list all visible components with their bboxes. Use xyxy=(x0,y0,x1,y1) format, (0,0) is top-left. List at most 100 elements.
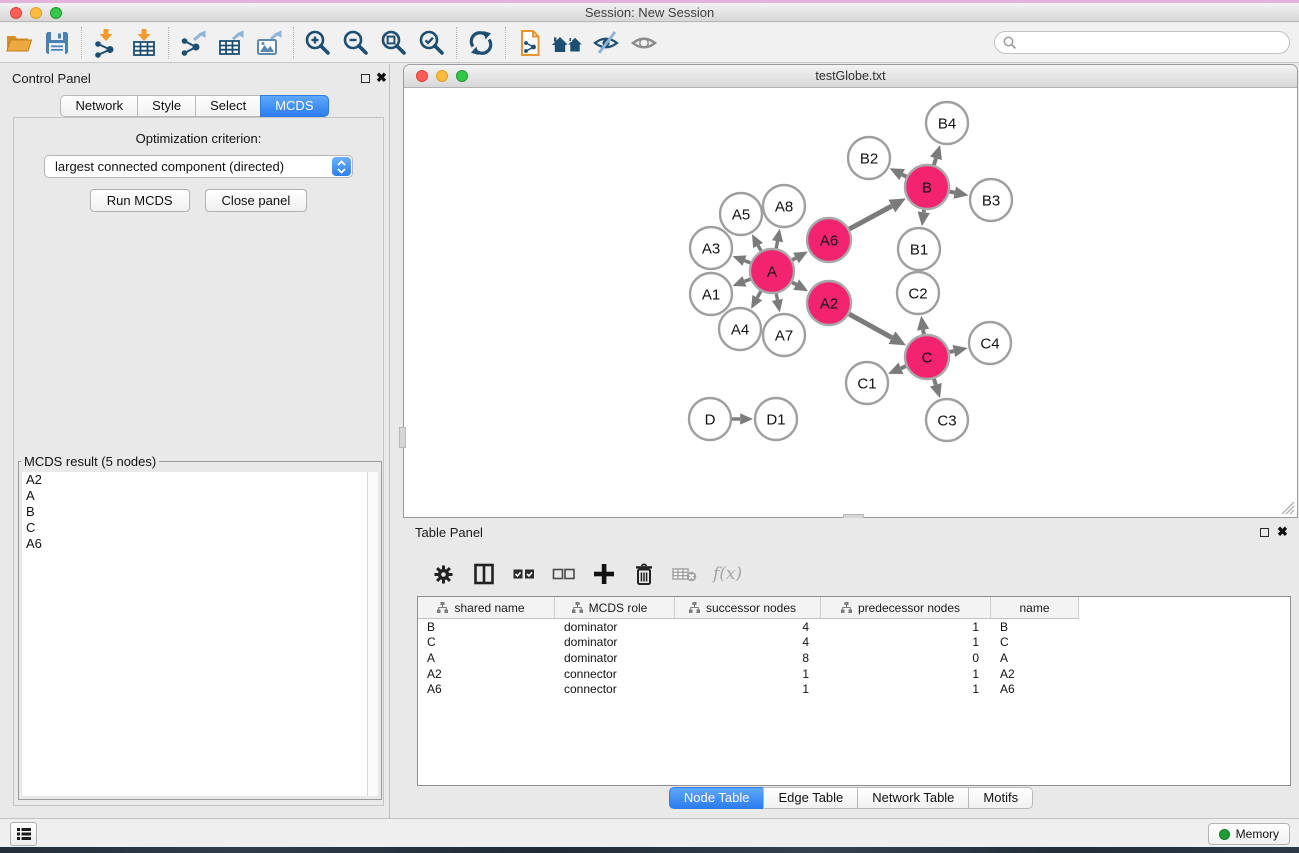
table-cell[interactable]: A2 xyxy=(991,667,1079,681)
mcds-result-list[interactable]: A2ABCA6 xyxy=(22,472,367,796)
graph-edge-A6-B[interactable] xyxy=(849,206,892,229)
close-panel-button[interactable]: Close panel xyxy=(205,189,308,212)
table-cell[interactable]: 8 xyxy=(675,651,821,665)
zoom-fit-button[interactable] xyxy=(375,25,413,61)
graph-edge-C-C2[interactable] xyxy=(923,330,924,335)
table-cell[interactable]: 1 xyxy=(821,620,991,634)
new-network-from-selection-button[interactable] xyxy=(511,25,549,61)
resize-grip[interactable] xyxy=(1281,501,1295,515)
zoom-selected-button[interactable] xyxy=(413,25,451,61)
graph-edge-A-A4[interactable] xyxy=(757,291,761,298)
tab-style[interactable]: Style xyxy=(137,95,196,117)
graph-edge-A-A6[interactable] xyxy=(792,258,796,260)
show-columns-button[interactable] xyxy=(471,561,497,587)
close-table-panel-icon[interactable]: ✖ xyxy=(1277,524,1288,540)
graph-edge-B-B3[interactable] xyxy=(950,192,955,193)
table-cell[interactable]: A2 xyxy=(418,667,555,681)
float-panel-icon[interactable] xyxy=(361,74,370,83)
column-header-successor-nodes[interactable]: successor nodes xyxy=(675,597,821,619)
graph-edge-B-B2[interactable] xyxy=(902,175,906,177)
table-cell[interactable]: B xyxy=(991,620,1079,634)
zoom-in-button[interactable] xyxy=(299,25,337,61)
mcds-result-item[interactable]: B xyxy=(22,504,367,520)
open-session-button[interactable] xyxy=(0,25,38,61)
delete-row-button[interactable] xyxy=(631,561,657,587)
table-cell[interactable]: connector xyxy=(555,682,675,696)
tab-motifs[interactable]: Motifs xyxy=(968,787,1033,809)
table-cell[interactable]: B xyxy=(418,620,555,634)
graph-edge-A-A7[interactable] xyxy=(776,294,777,300)
table-cell[interactable]: 1 xyxy=(821,667,991,681)
table-row[interactable]: Cdominator41C xyxy=(418,635,1290,651)
import-table-button[interactable] xyxy=(125,25,163,61)
tab-network-table[interactable]: Network Table xyxy=(857,787,969,809)
table-cell[interactable]: 0 xyxy=(821,651,991,665)
column-header-name[interactable]: name xyxy=(991,597,1079,619)
table-cell[interactable]: 1 xyxy=(821,682,991,696)
graph-edge-C-C4[interactable] xyxy=(949,351,953,352)
export-network-button[interactable] xyxy=(174,25,212,61)
tab-network[interactable]: Network xyxy=(60,95,138,117)
refresh-layout-button[interactable] xyxy=(462,25,500,61)
mcds-result-item[interactable]: A6 xyxy=(22,536,367,552)
graph-edge-C-C3[interactable] xyxy=(934,379,936,385)
graph-edge-A-A2[interactable] xyxy=(792,282,796,284)
zoom-out-button[interactable] xyxy=(337,25,375,61)
save-session-button[interactable] xyxy=(38,25,76,61)
table-cell[interactable]: dominator xyxy=(555,620,675,634)
criterion-dropdown[interactable]: largest connected component (directed) xyxy=(44,155,353,178)
close-panel-icon[interactable]: ✖ xyxy=(376,70,387,86)
table-cell[interactable]: 1 xyxy=(821,635,991,649)
search-input[interactable] xyxy=(1018,33,1289,52)
graph-edge-A2-C[interactable] xyxy=(849,314,892,338)
task-history-button[interactable] xyxy=(10,822,37,846)
memory-button[interactable]: Memory xyxy=(1208,823,1290,845)
tab-node-table[interactable]: Node Table xyxy=(669,787,765,809)
vertical-splitter-handle[interactable] xyxy=(399,427,406,448)
mcds-result-item[interactable]: C xyxy=(22,520,367,536)
table-cell[interactable]: 1 xyxy=(675,667,821,681)
graph-edge-A-A5[interactable] xyxy=(758,245,761,250)
table-cell[interactable]: dominator xyxy=(555,651,675,665)
select-all-columns-button[interactable] xyxy=(511,561,537,587)
run-mcds-button[interactable]: Run MCDS xyxy=(90,189,190,212)
import-network-button[interactable] xyxy=(87,25,125,61)
tab-mcds[interactable]: MCDS xyxy=(260,95,328,117)
table-cell[interactable]: 1 xyxy=(675,682,821,696)
deselect-all-columns-button[interactable] xyxy=(551,561,577,587)
export-table-button[interactable] xyxy=(212,25,250,61)
table-row[interactable]: A6connector11A6 xyxy=(418,681,1290,697)
graph-edge-C-C1[interactable] xyxy=(901,366,906,368)
hide-selected-button[interactable] xyxy=(587,25,625,61)
column-header-MCDS-role[interactable]: MCDS role xyxy=(555,597,675,619)
graph-edge-A-A1[interactable] xyxy=(744,279,750,281)
apply-function-button[interactable]: f(x) xyxy=(713,564,742,584)
graph-edge-A-A8[interactable] xyxy=(776,241,777,248)
graph-edge-B-B4[interactable] xyxy=(934,158,936,165)
tab-edge-table[interactable]: Edge Table xyxy=(763,787,858,809)
graph-edge-A-A3[interactable] xyxy=(744,261,750,263)
table-cell[interactable]: connector xyxy=(555,667,675,681)
result-list-scrollbar[interactable] xyxy=(367,472,378,796)
network-canvas[interactable]: B4B2BB3B1A5A8A6A3AA1A2A4A7C2C4CC1C3DD1 xyxy=(404,89,1297,517)
table-cell[interactable]: 4 xyxy=(675,620,821,634)
table-cell[interactable]: C xyxy=(418,635,555,649)
mcds-result-item[interactable]: A2 xyxy=(22,472,367,488)
column-header-shared-name[interactable]: shared name xyxy=(418,597,555,619)
table-row[interactable]: Bdominator41B xyxy=(418,619,1290,635)
node-table[interactable]: shared nameMCDS rolesuccessor nodesprede… xyxy=(417,596,1291,786)
table-settings-button[interactable] xyxy=(430,561,457,588)
mcds-result-item[interactable]: A xyxy=(22,488,367,504)
float-table-panel-icon[interactable] xyxy=(1260,528,1269,537)
home-button[interactable] xyxy=(549,25,587,61)
table-cell[interactable]: A6 xyxy=(418,682,555,696)
add-row-button[interactable] xyxy=(591,561,617,587)
table-cell[interactable]: C xyxy=(991,635,1079,649)
show-all-button[interactable] xyxy=(625,25,663,61)
table-cell[interactable]: A6 xyxy=(991,682,1079,696)
tab-select[interactable]: Select xyxy=(195,95,261,117)
export-image-button[interactable] xyxy=(250,25,288,61)
table-row[interactable]: A2connector11A2 xyxy=(418,666,1290,682)
network-window-titlebar[interactable]: testGlobe.txt xyxy=(404,65,1297,88)
search-box[interactable] xyxy=(994,31,1290,54)
